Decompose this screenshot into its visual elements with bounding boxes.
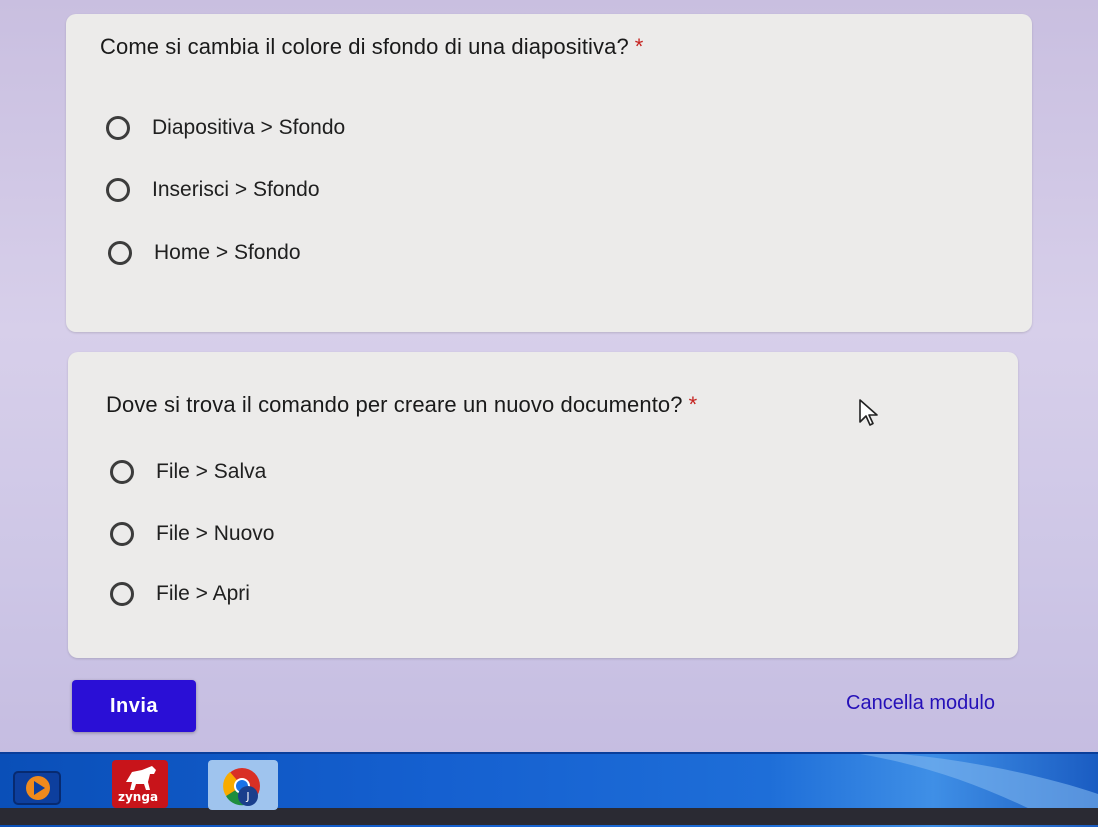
radio-button[interactable] <box>108 241 132 265</box>
radio-button[interactable] <box>110 582 134 606</box>
question-text: Dove si trova il comando per creare un n… <box>106 392 683 417</box>
question-title-1: Come si cambia il colore di sfondo di un… <box>100 34 643 60</box>
option-label: Inserisci > Sfondo <box>152 178 320 201</box>
clear-form-link[interactable]: Cancella modulo <box>846 692 995 715</box>
zynga-icon[interactable] <box>112 760 168 813</box>
option-label: File > Nuovo <box>156 522 275 545</box>
zynga-label: zynga <box>118 790 159 804</box>
radio-button[interactable] <box>106 178 130 202</box>
submit-button[interactable]: Invia <box>72 680 196 732</box>
required-asterisk: * <box>634 34 644 59</box>
radio-button[interactable] <box>106 116 130 140</box>
option-file-nuovo[interactable]: File > Nuovo <box>110 518 274 550</box>
option-label: File > Apri <box>156 582 250 605</box>
option-label: Home > Sfondo <box>154 241 301 264</box>
option-home-sfondo[interactable]: Home > Sfondo <box>108 237 301 269</box>
media-player-icon[interactable] <box>12 768 62 813</box>
required-asterisk: * <box>688 392 698 417</box>
radio-button[interactable] <box>110 460 134 484</box>
question-title-2: Dove si trova il comando per creare un n… <box>106 392 697 418</box>
question-card-1: Come si cambia il colore di sfondo di un… <box>66 14 1032 332</box>
option-file-apri[interactable]: File > Apri <box>110 578 250 610</box>
mouse-cursor-icon <box>858 398 880 433</box>
option-label: File > Salva <box>156 460 267 483</box>
radio-button[interactable] <box>110 522 134 546</box>
profile-avatar[interactable]: J <box>238 786 258 806</box>
option-label: Diapositiva > Sfondo <box>152 116 346 139</box>
option-file-salva[interactable]: File > Salva <box>110 456 266 488</box>
option-diapositiva-sfondo[interactable]: Diapositiva > Sfondo <box>106 112 345 144</box>
option-inserisci-sfondo[interactable]: Inserisci > Sfondo <box>106 174 320 206</box>
question-text: Come si cambia il colore di sfondo di un… <box>100 34 629 59</box>
